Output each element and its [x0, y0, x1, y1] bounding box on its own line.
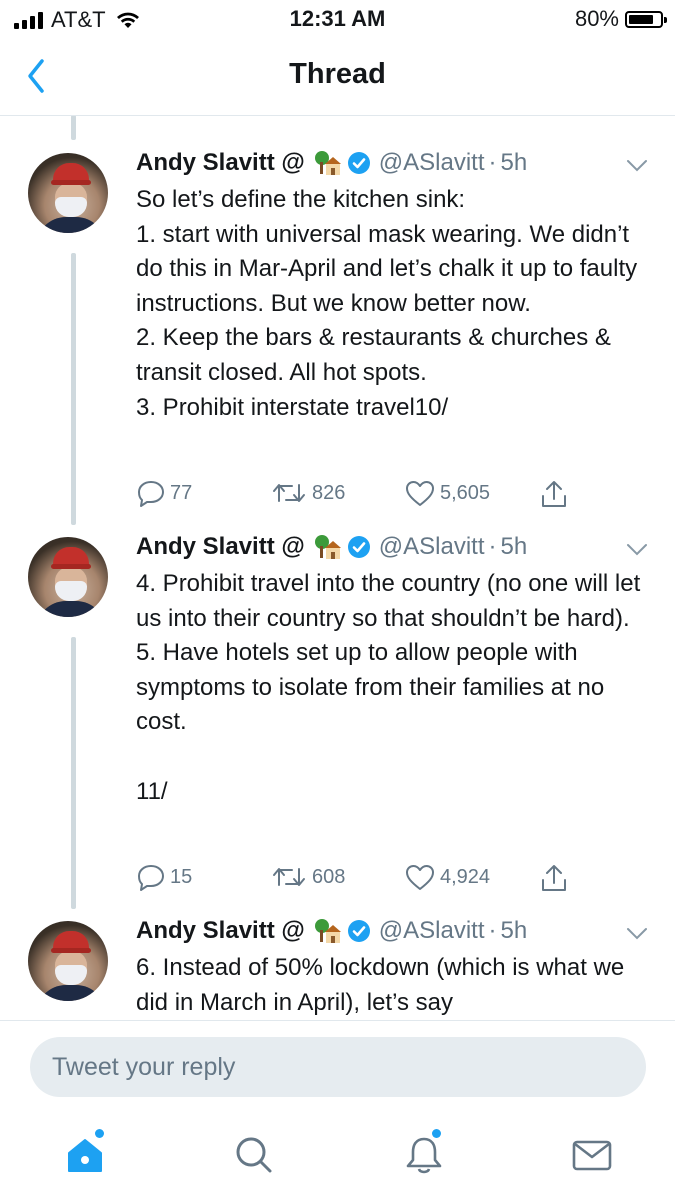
status-bar: AT&T 12:31 AM 80%: [0, 0, 675, 38]
tab-messages[interactable]: [570, 1133, 614, 1177]
author-name[interactable]: Andy Slavitt @: [136, 533, 305, 561]
tweet-text: 4. Prohibit travel into the country (no …: [136, 570, 641, 805]
battery-icon: [625, 10, 667, 28]
author-handle[interactable]: @ASlavitt: [379, 533, 485, 561]
tweet-time[interactable]: 5h: [501, 533, 528, 561]
thread-timeline[interactable]: Andy Slavitt @ @ASlavitt · 5h So let’s d…: [0, 115, 675, 1020]
avatar[interactable]: [28, 537, 108, 617]
tweet-header: Andy Slavitt @ @ASlavitt · 5h: [136, 149, 527, 177]
tweet-time[interactable]: 5h: [501, 149, 528, 177]
home-icon: [68, 1139, 102, 1172]
tweet-time[interactable]: 5h: [501, 917, 528, 945]
house-emoji-icon: [314, 535, 341, 559]
tweet-header: Andy Slavitt @ @ASlavitt · 5h: [136, 917, 527, 945]
reply-input[interactable]: [30, 1037, 646, 1097]
bell-icon: [406, 1137, 442, 1174]
status-right: 80%: [574, 6, 667, 32]
tweet-text: So let’s define the kitchen sink: 1. sta…: [136, 186, 638, 421]
tweet[interactable]: Andy Slavitt @ @ASlavitt · 5h 4. Prohibi…: [0, 499, 675, 899]
chevron-down-icon[interactable]: [626, 543, 648, 557]
search-icon: [236, 1137, 272, 1173]
verified-badge-icon: [347, 152, 370, 174]
tab-search[interactable]: [232, 1133, 276, 1177]
author-handle[interactable]: @ASlavitt: [379, 917, 485, 945]
status-time: 12:31 AM: [289, 6, 386, 31]
author-handle[interactable]: @ASlavitt: [379, 149, 485, 177]
house-emoji-icon: [314, 919, 341, 943]
separator-dot: ·: [488, 917, 497, 944]
separator-dot: ·: [488, 149, 497, 176]
tab-home[interactable]: [63, 1129, 107, 1177]
notification-dot: [95, 1129, 104, 1138]
house-emoji-icon: [314, 151, 341, 175]
avatar[interactable]: [28, 921, 108, 1001]
verified-badge-icon: [347, 920, 370, 942]
author-name[interactable]: Andy Slavitt @: [136, 149, 305, 177]
avatar[interactable]: [28, 153, 108, 233]
reply-bar: [0, 1020, 675, 1116]
notification-dot: [432, 1129, 441, 1138]
battery-fill: [629, 14, 653, 24]
tweet[interactable]: Andy Slavitt @ @ASlavitt · 5h So let’s d…: [0, 115, 675, 515]
verified-badge-icon: [347, 536, 370, 558]
nav-bar: Thread: [0, 38, 675, 116]
tweet-header: Andy Slavitt @ @ASlavitt · 5h: [136, 533, 527, 561]
chevron-down-icon[interactable]: [626, 159, 648, 173]
tweet-text: 6. Instead of 50% lockdown (which is wha…: [136, 954, 625, 1016]
separator-dot: ·: [488, 533, 497, 560]
tab-notifications[interactable]: [402, 1129, 446, 1177]
mail-icon: [572, 1140, 612, 1171]
page-title: Thread: [289, 58, 386, 90]
chevron-down-icon[interactable]: [626, 927, 648, 941]
tweet[interactable]: Andy Slavitt @ @ASlavitt · 5h 6. Instead…: [0, 883, 675, 1020]
tab-bar: [0, 1115, 675, 1200]
author-name[interactable]: Andy Slavitt @: [136, 917, 305, 945]
battery-percent: 80%: [574, 6, 619, 31]
